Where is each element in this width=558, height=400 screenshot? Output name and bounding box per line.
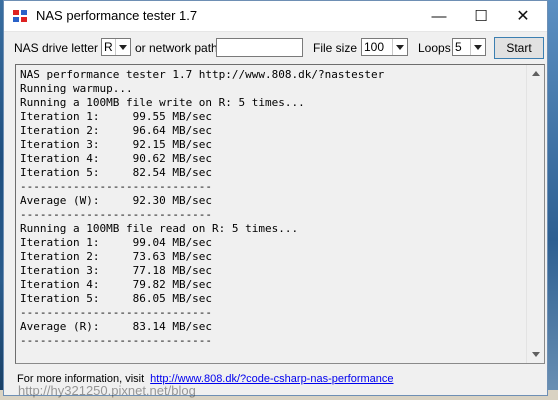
- watermark-text: http://hy321250.pixnet.net/blog: [18, 383, 196, 398]
- vertical-scrollbar[interactable]: [526, 65, 544, 363]
- chevron-down-icon: [470, 39, 485, 55]
- console-line: Running warmup...: [20, 82, 133, 95]
- toolbar: NAS drive letter R or network path File …: [4, 37, 547, 60]
- chevron-down-icon: [115, 39, 130, 55]
- scroll-down-icon[interactable]: [527, 346, 544, 363]
- console-line: -----------------------------: [20, 180, 213, 193]
- app-icon: [12, 8, 28, 24]
- file-size-value: 100: [364, 40, 385, 54]
- drive-letter-label: NAS drive letter: [14, 41, 99, 55]
- console-line: Iteration 5: 82.54 MB/sec: [20, 166, 213, 179]
- minimize-icon: —: [431, 7, 447, 25]
- console-line: NAS performance tester 1.7 http://www.80…: [20, 68, 385, 81]
- console-line: Iteration 5: 86.05 MB/sec: [20, 292, 213, 305]
- console-line: Average (W): 92.30 MB/sec: [20, 194, 213, 207]
- close-icon: ✕: [516, 8, 530, 25]
- console-line: -----------------------------: [20, 306, 213, 319]
- window-title: NAS performance tester 1.7: [36, 8, 198, 23]
- console-line: Running a 100MB file write on R: 5 times…: [20, 96, 305, 109]
- network-path-input[interactable]: [216, 38, 303, 57]
- start-button[interactable]: Start: [494, 37, 544, 59]
- console-line: Iteration 2: 73.63 MB/sec: [20, 250, 213, 263]
- loops-label: Loops: [418, 41, 451, 55]
- console-line: Iteration 3: 77.18 MB/sec: [20, 264, 213, 277]
- drive-letter-select[interactable]: R: [101, 38, 131, 56]
- console-line: Average (R): 83.14 MB/sec: [20, 320, 213, 333]
- console-line: -----------------------------: [20, 334, 213, 347]
- output-console[interactable]: NAS performance tester 1.7 http://www.80…: [15, 64, 545, 364]
- close-button[interactable]: ✕: [502, 1, 544, 31]
- drive-letter-value: R: [104, 40, 113, 54]
- scroll-up-icon[interactable]: [527, 65, 544, 82]
- console-line: Iteration 2: 96.64 MB/sec: [20, 124, 213, 137]
- console-line: Iteration 3: 92.15 MB/sec: [20, 138, 213, 151]
- console-line: Iteration 1: 99.55 MB/sec: [20, 110, 213, 123]
- title-bar[interactable]: NAS performance tester 1.7 — ☐ ✕: [4, 1, 547, 32]
- console-output: NAS performance tester 1.7 http://www.80…: [20, 68, 528, 360]
- maximize-button[interactable]: ☐: [460, 1, 502, 31]
- minimize-button[interactable]: —: [418, 1, 460, 31]
- network-path-label: or network path: [135, 41, 218, 55]
- loops-select[interactable]: 5: [452, 38, 486, 56]
- app-window: NAS performance tester 1.7 — ☐ ✕ NAS dri…: [3, 0, 548, 396]
- console-line: Iteration 1: 99.04 MB/sec: [20, 236, 213, 249]
- desktop-background-right: [548, 0, 558, 400]
- maximize-icon: ☐: [474, 8, 488, 25]
- console-line: Iteration 4: 90.62 MB/sec: [20, 152, 213, 165]
- console-line: Iteration 4: 79.82 MB/sec: [20, 278, 213, 291]
- file-size-select[interactable]: 100: [361, 38, 408, 56]
- console-line: Running a 100MB file read on R: 5 times.…: [20, 222, 299, 235]
- chevron-down-icon: [392, 39, 407, 55]
- console-line: -----------------------------: [20, 208, 213, 221]
- file-size-label: File size: [313, 41, 358, 55]
- loops-value: 5: [455, 40, 462, 54]
